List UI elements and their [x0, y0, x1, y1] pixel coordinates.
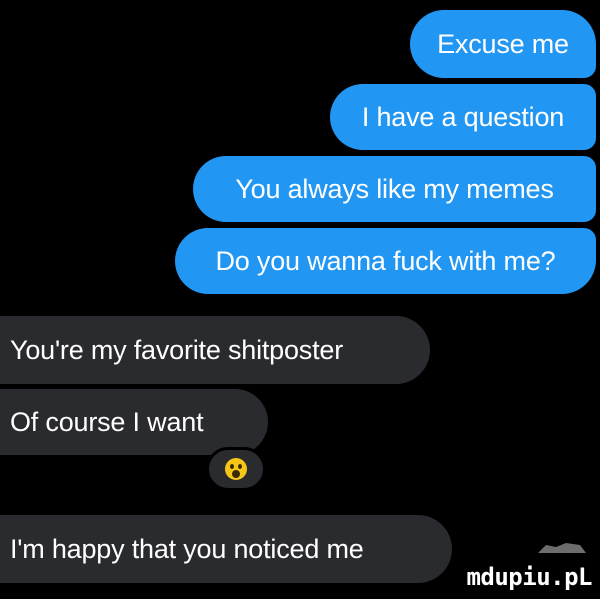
sent-message[interactable]: You always like my memes	[193, 156, 596, 222]
wow-face-icon	[225, 458, 247, 480]
message-text: Do you wanna fuck with me?	[215, 245, 556, 276]
message-text: You're my favorite shitposter	[10, 334, 344, 365]
message-text: I have a question	[361, 101, 565, 132]
message-text: Excuse me	[437, 28, 569, 59]
received-message[interactable]: Of course I want	[0, 389, 268, 455]
chat-screen: Excuse me I have a question You always l…	[0, 0, 600, 599]
message-text: I'm happy that you noticed me	[10, 533, 364, 564]
message-text: Of course I want	[10, 406, 204, 437]
received-message[interactable]: You're my favorite shitposter	[0, 316, 430, 384]
mouth	[232, 470, 240, 478]
sent-message[interactable]: Excuse me	[410, 10, 596, 78]
eye	[230, 464, 234, 469]
received-message[interactable]: I'm happy that you noticed me	[0, 515, 452, 583]
sent-message[interactable]: Do you wanna fuck with me?	[175, 228, 596, 294]
watermark-logo	[538, 543, 586, 553]
message-text: You always like my memes	[235, 173, 554, 204]
watermark-text: mdupiu.pL	[466, 563, 592, 591]
message-reaction[interactable]	[206, 447, 266, 491]
eye	[238, 464, 242, 469]
sent-message[interactable]: I have a question	[330, 84, 596, 150]
